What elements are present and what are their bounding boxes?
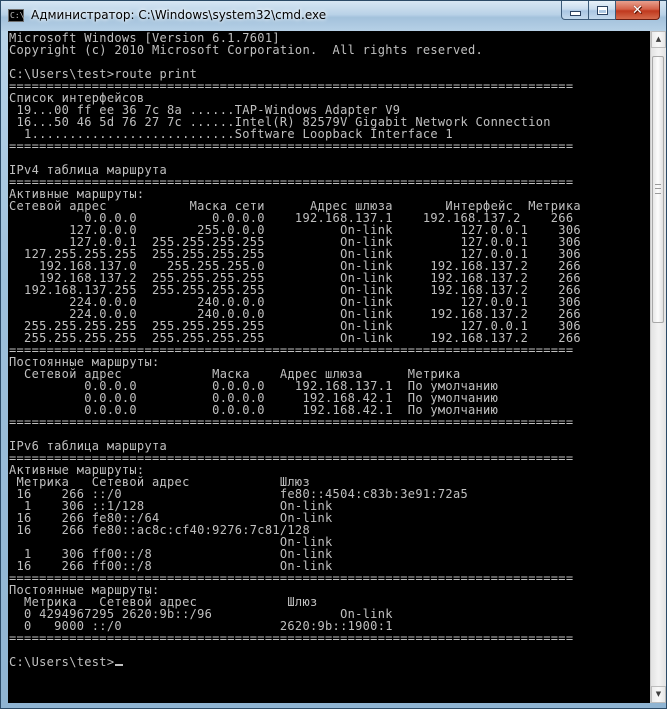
window-title: Администратор: C:\Windows\system32\cmd.e…: [31, 8, 327, 22]
separator: ========================================…: [9, 139, 574, 153]
maximize-button[interactable]: [589, 1, 616, 20]
text-cursor: [115, 664, 124, 666]
minimize-button[interactable]: [561, 1, 589, 20]
scroll-down-arrow-icon: ▼: [655, 690, 662, 698]
title-bar[interactable]: C:\ Администратор: C:\Windows\system32\c…: [1, 1, 666, 31]
caption-buttons: ✕: [561, 1, 660, 21]
cmd-window: C:\ Администратор: C:\Windows\system32\c…: [0, 0, 667, 709]
separator: ========================================…: [9, 631, 574, 645]
scroll-down-button[interactable]: ▼: [651, 686, 666, 703]
maximize-icon: [596, 5, 608, 15]
scroll-up-button[interactable]: ▲: [651, 31, 666, 48]
console-text: Microsoft Windows [Version 6.1.7601] Cop…: [8, 31, 650, 668]
separator: ========================================…: [9, 415, 574, 429]
scrollbar-thumb[interactable]: [652, 56, 664, 323]
close-button[interactable]: ✕: [616, 1, 660, 20]
vertical-scrollbar[interactable]: ▲ ▼: [650, 31, 666, 703]
scroll-up-arrow-icon: ▲: [655, 35, 662, 43]
cmd-console-icon[interactable]: C:\: [8, 9, 24, 22]
current-prompt: C:\Users\test>: [9, 655, 115, 669]
console-output-area[interactable]: Microsoft Windows [Version 6.1.7601] Cop…: [8, 31, 650, 703]
close-icon: ✕: [632, 2, 643, 18]
grip-icon: [655, 184, 661, 194]
minimize-icon: [569, 10, 581, 16]
copyright-line: Copyright (c) 2010 Microsoft Corporation…: [9, 43, 484, 57]
